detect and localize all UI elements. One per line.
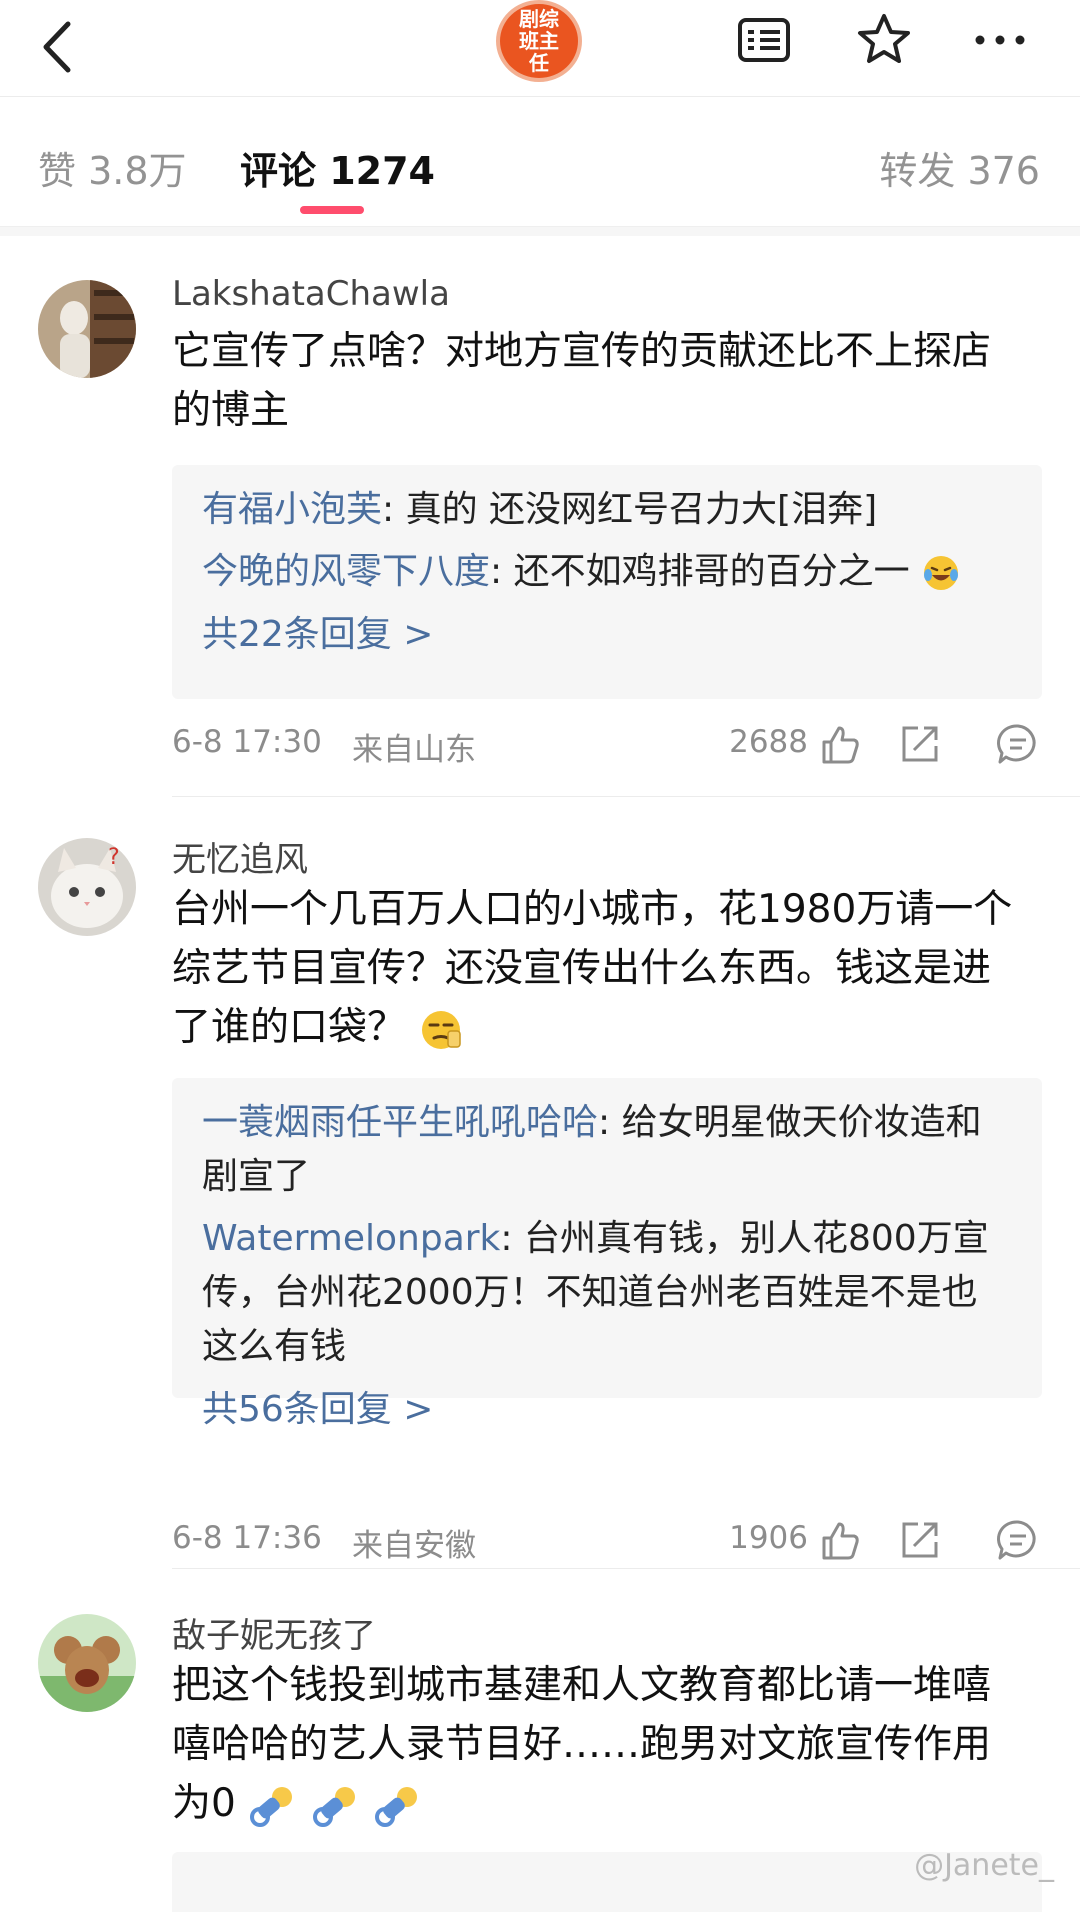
watermark: @Janete_	[914, 1848, 1054, 1883]
star-icon	[858, 14, 910, 63]
account-logo[interactable]: 剧综班主任	[496, 0, 582, 82]
share-button[interactable]	[896, 720, 944, 768]
reply-button[interactable]	[994, 1516, 1042, 1564]
tab-bar: 赞 3.8万 评论 1274 转发 376	[0, 96, 1080, 227]
reply-username[interactable]: 有福小泡芙	[202, 489, 382, 530]
back-button[interactable]	[34, 10, 84, 80]
chevron-left-icon	[43, 21, 71, 73]
favorite-button[interactable]	[852, 8, 916, 72]
reply-username[interactable]: Watermelonpark	[202, 1218, 500, 1259]
comment-meta: 6-8 17:36 来自安徽 1906	[172, 1516, 1042, 1566]
share-button[interactable]	[896, 1516, 944, 1564]
share-icon	[902, 726, 938, 762]
reply-button[interactable]	[994, 720, 1042, 768]
tab-likes[interactable]: 赞 3.8万	[38, 140, 187, 195]
view-all-replies-link[interactable]: 共56条回复 >	[202, 1382, 1012, 1438]
avatar[interactable]	[38, 1614, 136, 1712]
svg-text:?: ?	[108, 845, 120, 870]
comment-bubble-icon	[997, 1520, 1036, 1560]
comment-time: 6-8 17:36	[172, 1520, 322, 1556]
tab-reposts[interactable]: 转发 376	[879, 140, 1040, 195]
reply-box: 一蓑烟雨任平生吼吼哈哈: 给女明星做天价妆造和剧宣了 Watermelonpar…	[172, 1078, 1042, 1430]
pacifier-emoji-icon	[250, 1786, 293, 1827]
comment-username[interactable]: LakshataChawla	[172, 274, 450, 314]
share-icon	[902, 1522, 938, 1558]
reply-item[interactable]: Watermelonpark: 台州真有钱，别人花800万宣传，台州花2000万…	[202, 1212, 1012, 1374]
laughing-tears-emoji-icon	[924, 556, 959, 590]
more-dots-icon	[975, 35, 1025, 45]
comment-separator	[172, 1568, 1080, 1569]
top-bar: 剧综班主任	[0, 0, 1080, 97]
avatar[interactable]: ?	[38, 838, 136, 936]
comment-text: 台州一个几百万人口的小城市，花1980万请一个 综艺节目宣传？还没宣传出什么东西…	[172, 880, 1052, 1057]
pacifier-emoji-icon	[312, 1786, 355, 1827]
more-button[interactable]	[968, 8, 1032, 72]
smug-emoji-icon	[422, 1010, 462, 1049]
comment-separator	[172, 796, 1080, 797]
like-button[interactable]	[816, 720, 864, 768]
comment-text: 它宣传了点啥？对地方宣传的贡献还比不上探店 的博主	[172, 329, 992, 433]
comment-text: 把这个钱投到城市基建和人文教育都比请一堆嘻 嘻哈哈的艺人录节目好……跑男对文旅宣…	[172, 1656, 1052, 1833]
avatar[interactable]	[38, 280, 136, 378]
reply-item[interactable]: 一蓑烟雨任平生吼吼哈哈: 给女明星做天价妆造和剧宣了	[202, 1096, 1012, 1204]
comment-bubble-icon	[997, 724, 1036, 764]
comment-location: 来自山东	[352, 732, 476, 768]
view-all-replies-link[interactable]: 共22条回复 >	[202, 607, 1012, 663]
like-count: 1906	[729, 1520, 808, 1556]
reply-username[interactable]: 今晚的风零下八度	[202, 551, 490, 592]
comment-location: 来自安徽	[352, 1528, 476, 1564]
divider	[0, 227, 1080, 236]
list-view-button[interactable]	[732, 8, 796, 72]
list-icon	[738, 18, 790, 62]
comment-meta: 6-8 17:30 来自山东 2688	[172, 720, 1042, 770]
comment-username[interactable]: 无忆追风	[172, 832, 308, 881]
pacifier-emoji-icon	[375, 1786, 418, 1827]
reply-box: 有福小泡芙: 真的 还没网红号召力大[泪奔] 今晚的风零下八度: 还不如鸡排哥的…	[172, 465, 1042, 699]
reply-item[interactable]: 今晚的风零下八度: 还不如鸡排哥的百分之一	[202, 545, 1012, 599]
tab-comments[interactable]: 评论 1274	[240, 140, 435, 195]
like-count: 2688	[729, 724, 808, 760]
comment-time: 6-8 17:30	[172, 724, 322, 760]
active-tab-indicator	[300, 206, 364, 214]
reply-username[interactable]: 一蓑烟雨任平生吼吼哈哈	[202, 1102, 598, 1143]
thumbs-up-icon	[822, 1522, 859, 1560]
thumbs-up-icon	[822, 726, 859, 764]
reply-item[interactable]: 有福小泡芙: 真的 还没网红号召力大[泪奔]	[202, 483, 1012, 537]
comment-username[interactable]: 敌子妮无孩了	[172, 1608, 376, 1657]
like-button[interactable]	[816, 1516, 864, 1564]
reply-box	[172, 1852, 1042, 1912]
